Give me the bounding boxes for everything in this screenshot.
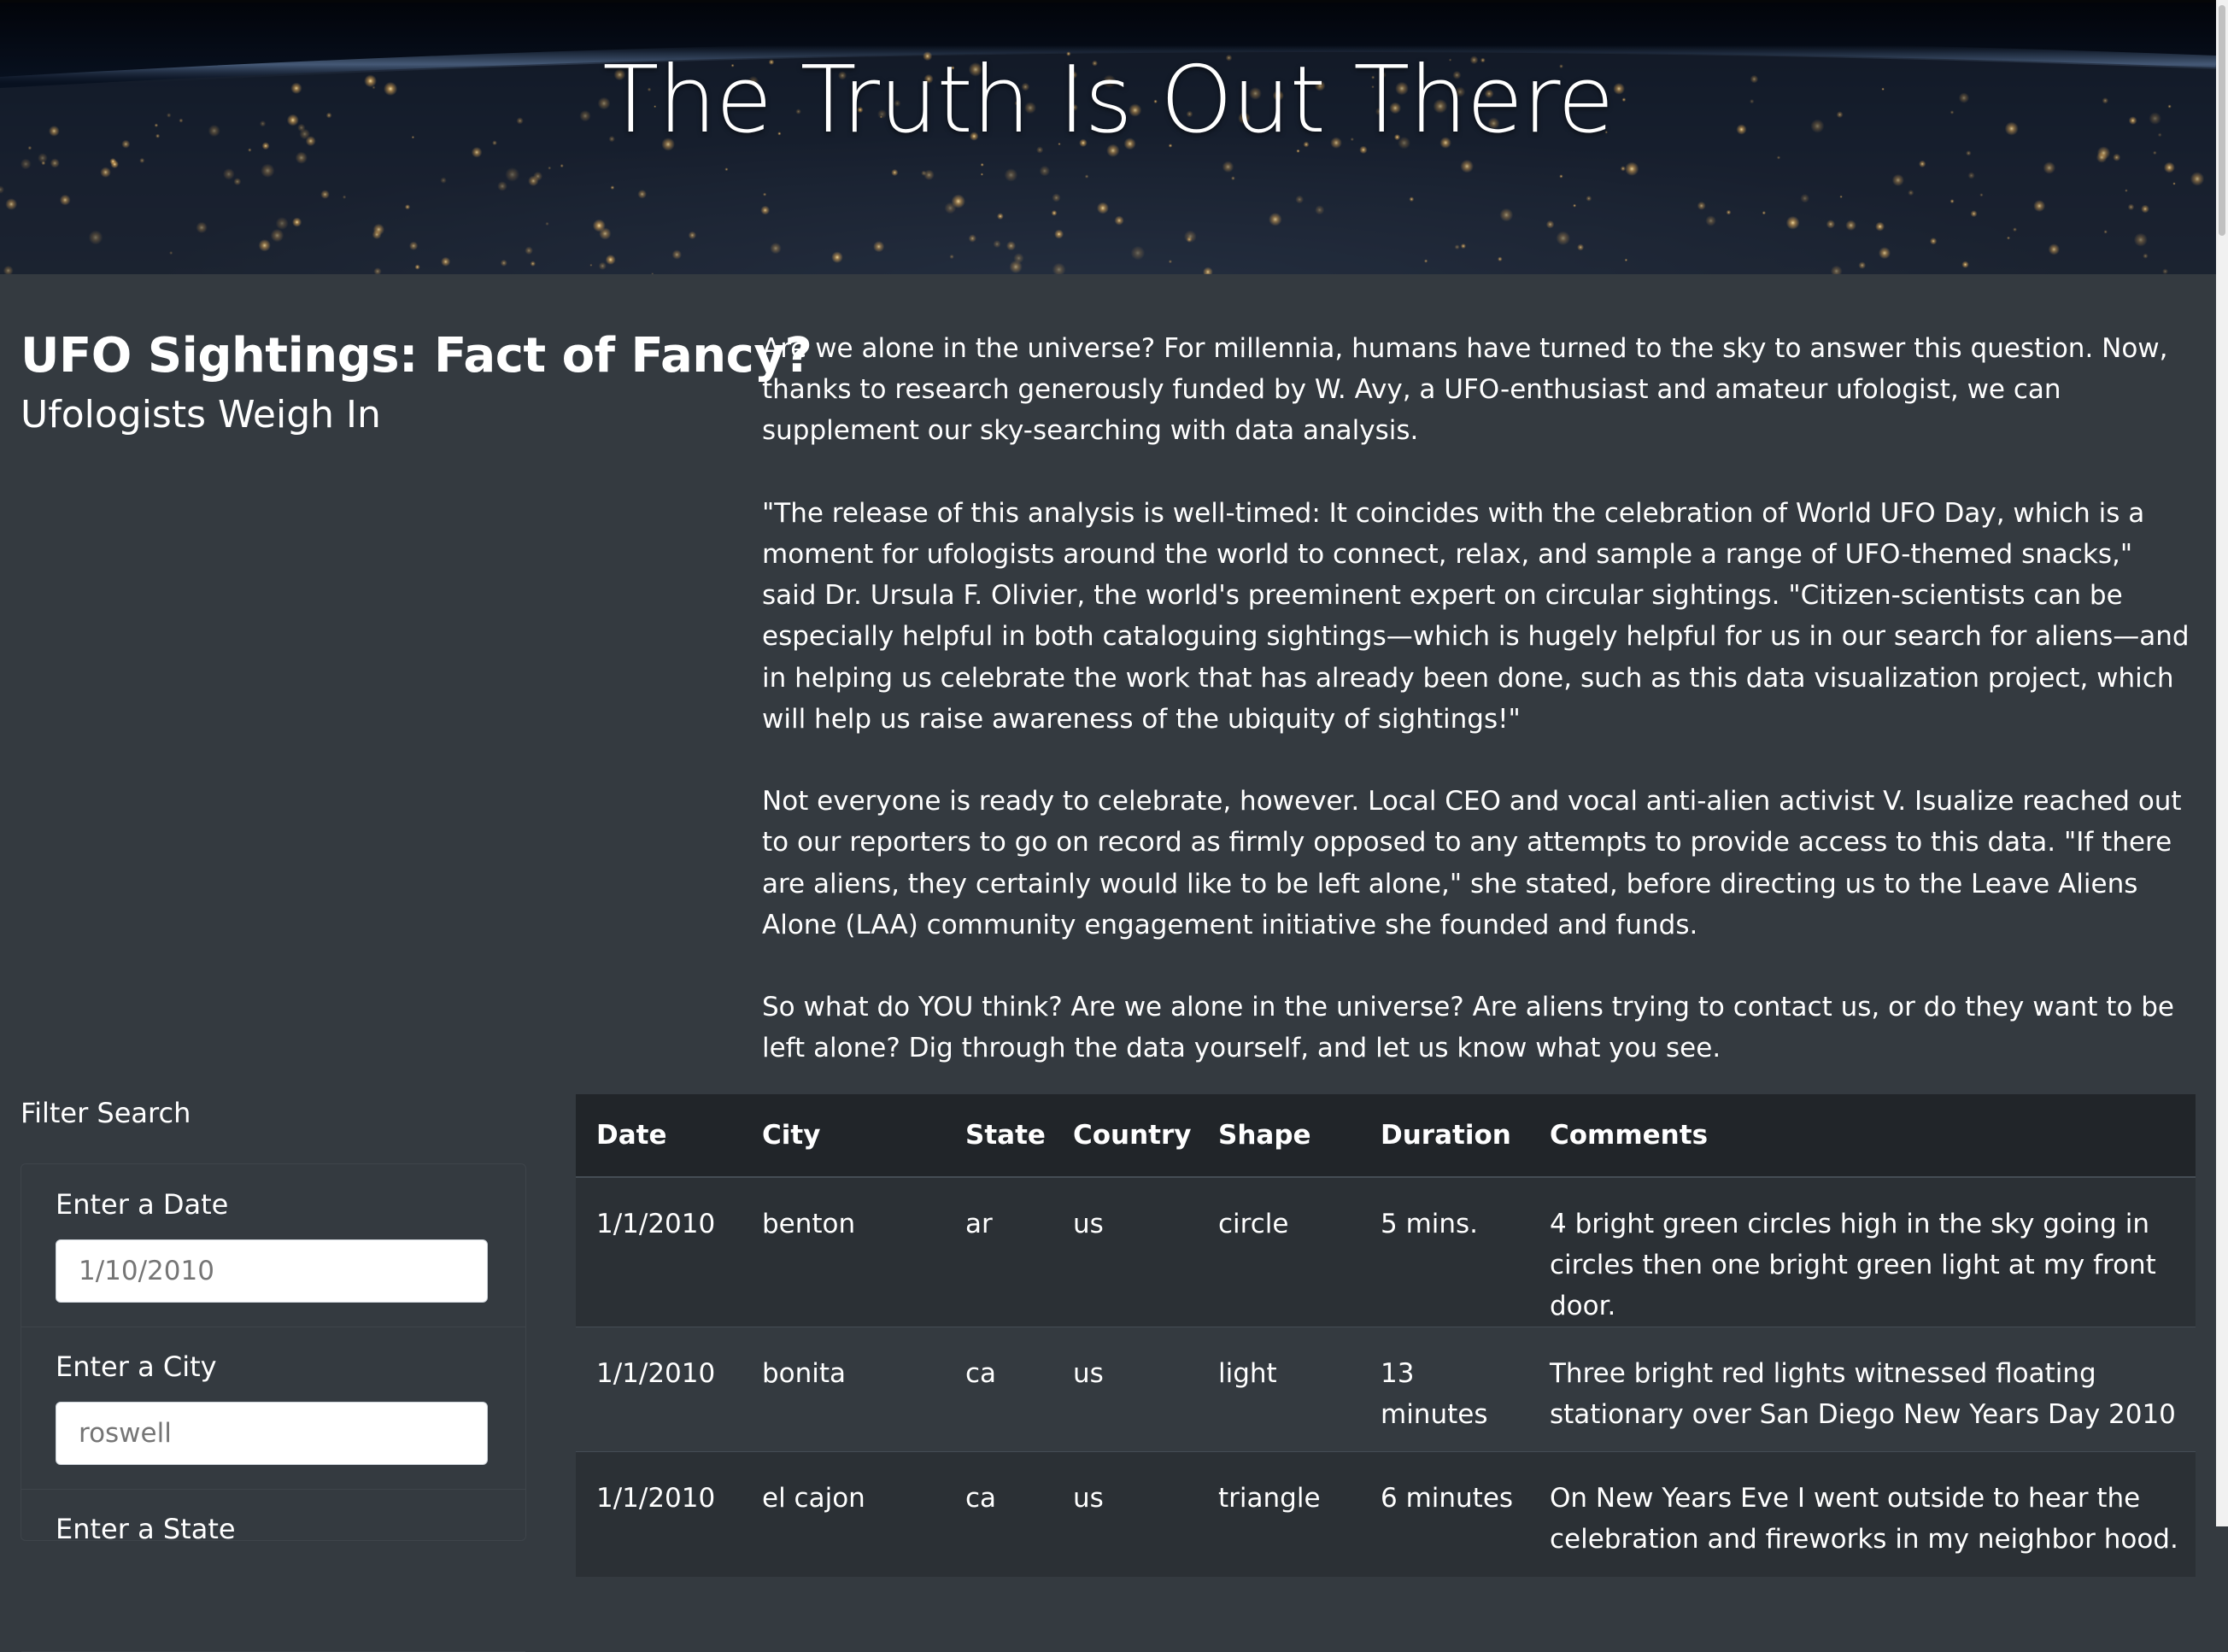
city-filter-label: Enter a City <box>56 1350 217 1383</box>
column-header-state: State <box>945 1094 1052 1178</box>
cell-comments: Three bright red lights witnessed floati… <box>1529 1327 2196 1452</box>
page-subtitle: Ufologists Weigh In <box>21 393 381 436</box>
filter-city-item: Enter a City <box>21 1327 525 1490</box>
column-header-city: City <box>742 1094 945 1178</box>
column-header-date: Date <box>576 1094 742 1178</box>
city-filter-input[interactable] <box>56 1402 488 1465</box>
table-header-row: Date City State Country Shape Duration C… <box>576 1094 2196 1178</box>
cell-duration: 6 minutes <box>1360 1451 1529 1577</box>
page-title: UFO Sightings: Fact of Fancy? <box>21 328 812 384</box>
article-paragraph: "The release of this analysis is well-ti… <box>762 497 2190 735</box>
cell-comments: 4 bright green circles high in the sky g… <box>1529 1176 2196 1327</box>
cell-country: us <box>1052 1176 1198 1327</box>
filter-panel: Enter a Date Enter a City Enter a State <box>21 1163 526 1652</box>
page-scrollbar[interactable] <box>2216 0 2228 1526</box>
scrollbar-thumb[interactable] <box>2219 5 2225 236</box>
cell-state: ca <box>945 1327 1052 1452</box>
column-header-country: Country <box>1052 1094 1198 1178</box>
cell-duration: 5 mins. <box>1360 1176 1529 1327</box>
ufo-sightings-table: Date City State Country Shape Duration C… <box>576 1094 2196 1577</box>
filter-state-item: Enter a State <box>21 1489 525 1652</box>
cell-country: us <box>1052 1451 1198 1577</box>
filter-date-item: Enter a Date <box>21 1164 525 1327</box>
article-paragraph: Not everyone is ready to celebrate, howe… <box>762 786 2182 940</box>
table-row: 1/1/2010 el cajon ca us triangle 6 minut… <box>576 1451 2196 1577</box>
date-filter-label: Enter a Date <box>56 1188 229 1221</box>
hero-title: The Truth Is Out There <box>602 47 1614 154</box>
cell-duration: 13 minutes <box>1360 1327 1529 1452</box>
cell-country: us <box>1052 1327 1198 1452</box>
table-row: 1/1/2010 benton ar us circle 5 mins. 4 b… <box>576 1176 2196 1327</box>
cell-state: ca <box>945 1451 1052 1577</box>
article-paragraph: So what do YOU think? Are we alone in th… <box>762 992 2174 1064</box>
cell-shape: triangle <box>1198 1451 1360 1577</box>
column-header-comments: Comments <box>1529 1094 2196 1178</box>
column-header-shape: Shape <box>1198 1094 1360 1178</box>
cell-date: 1/1/2010 <box>576 1176 742 1327</box>
cell-date: 1/1/2010 <box>576 1451 742 1577</box>
hero-banner: The Truth Is Out There <box>0 0 2216 274</box>
article-body: Are we alone in the universe? For millen… <box>762 328 2194 1110</box>
cell-city: el cajon <box>742 1451 945 1577</box>
filter-search-heading: Filter Search <box>21 1097 191 1129</box>
cell-shape: circle <box>1198 1176 1360 1327</box>
table-row: 1/1/2010 bonita ca us light 13 minutes T… <box>576 1327 2196 1452</box>
date-filter-input[interactable] <box>56 1239 488 1303</box>
cell-comments: On New Years Eve I went outside to hear … <box>1529 1451 2196 1577</box>
column-header-duration: Duration <box>1360 1094 1529 1178</box>
cell-city: bonita <box>742 1327 945 1452</box>
article-paragraph: Are we alone in the universe? For millen… <box>762 333 2168 447</box>
cell-state: ar <box>945 1176 1052 1327</box>
cell-date: 1/1/2010 <box>576 1327 742 1452</box>
cell-city: benton <box>742 1176 945 1327</box>
cell-shape: light <box>1198 1327 1360 1452</box>
state-filter-label: Enter a State <box>56 1513 236 1545</box>
